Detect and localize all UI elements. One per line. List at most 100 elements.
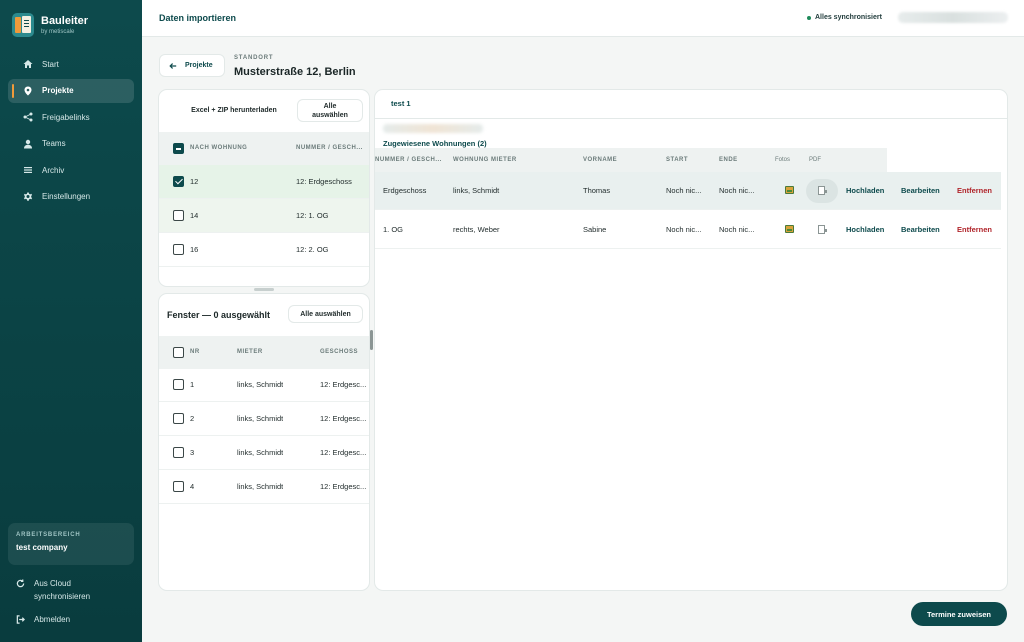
unit-row[interactable]: 14 12: 1. OG bbox=[159, 199, 369, 233]
select-all-line2: auswählen bbox=[312, 111, 348, 119]
assigned-tenant: rechts, Weber bbox=[453, 225, 500, 234]
sidebar-item-freigabelinks[interactable]: Freigabelinks bbox=[8, 105, 134, 129]
unit-checkbox[interactable] bbox=[173, 210, 184, 221]
sidebar-item-einstellungen[interactable]: Einstellungen bbox=[8, 185, 134, 209]
sidebar-item-archiv[interactable]: Archiv bbox=[8, 158, 134, 182]
assigned-end: Noch nic... bbox=[719, 186, 755, 195]
pdf-button[interactable] bbox=[806, 218, 838, 242]
assigned-tenant: links, Schmidt bbox=[453, 186, 500, 195]
sidebar-item-label: Freigabelinks bbox=[42, 112, 90, 122]
refresh-icon bbox=[16, 579, 25, 588]
select-all-windows-checkbox[interactable] bbox=[173, 347, 184, 358]
home-icon bbox=[23, 59, 33, 69]
windows-title: Fenster — 0 ausgewählt bbox=[167, 310, 271, 320]
sidebar-item-label: Start bbox=[42, 59, 59, 69]
sidebar-item-label: Teams bbox=[42, 139, 66, 149]
appointment-panel: test 1 Zugewiesene Wohnungen (2) NUMMER … bbox=[374, 89, 1008, 591]
window-floor: 12: Erdgesc... bbox=[320, 448, 367, 457]
sidebar-item-start[interactable]: Start bbox=[8, 52, 134, 76]
assigned-floor: 1. OG bbox=[383, 225, 404, 234]
window-checkbox[interactable] bbox=[173, 379, 184, 390]
column-header: NR bbox=[190, 349, 200, 355]
edit-link[interactable]: Bearbeiten bbox=[901, 225, 940, 234]
select-all-units-button[interactable]: Alle auswählen bbox=[297, 99, 363, 122]
column-header: VORNAME bbox=[583, 157, 618, 163]
column-header: START bbox=[666, 157, 689, 163]
window-floor: 12: Erdgesc... bbox=[320, 380, 367, 389]
window-number: 4 bbox=[190, 482, 195, 491]
edit-link[interactable]: Bearbeiten bbox=[901, 186, 940, 195]
window-row[interactable]: 1 links, Schmidt 12: Erdgesc... bbox=[159, 368, 369, 402]
user-account[interactable] bbox=[898, 12, 1008, 23]
units-table-header: NACH WOHNUNG NUMMER / GESCH... bbox=[159, 132, 369, 165]
window-tenant: links, Schmidt bbox=[237, 448, 284, 457]
select-all-windows-button[interactable]: Alle auswählen bbox=[288, 305, 363, 323]
sidebar-item-label: Archiv bbox=[42, 165, 65, 175]
brand[interactable]: Bauleiter by metiscale bbox=[12, 13, 88, 37]
assign-appointments-button[interactable]: Termine zuweisen bbox=[911, 602, 1007, 626]
window-checkbox[interactable] bbox=[173, 413, 184, 424]
assigned-start: Noch nic... bbox=[666, 186, 702, 195]
panel-resize-handle[interactable] bbox=[370, 330, 373, 350]
cloud-sync-button[interactable]: Aus Cloud synchronisieren bbox=[16, 577, 136, 603]
upload-link[interactable]: Hochladen bbox=[846, 225, 884, 234]
sidebar-item-projekte[interactable]: Projekte bbox=[8, 78, 134, 103]
tab-test-1[interactable]: test 1 bbox=[391, 99, 411, 108]
remove-link[interactable]: Entfernen bbox=[957, 225, 992, 234]
unit-number: 12 bbox=[190, 177, 199, 186]
sidebar-item-teams[interactable]: Teams bbox=[8, 132, 134, 156]
assigned-row[interactable]: Erdgeschoss links, Schmidt Thomas Noch n… bbox=[375, 172, 1001, 210]
unit-checkbox[interactable] bbox=[173, 244, 184, 255]
tab-divider bbox=[375, 118, 1007, 119]
window-floor: 12: Erdgesc... bbox=[320, 482, 367, 491]
unit-checkbox[interactable] bbox=[173, 176, 184, 187]
sidebar-item-label: Projekte bbox=[42, 86, 74, 96]
window-row[interactable]: 2 links, Schmidt 12: Erdgesc... bbox=[159, 402, 369, 436]
pdf-file-icon bbox=[818, 225, 827, 234]
window-tenant: links, Schmidt bbox=[237, 482, 284, 491]
window-tenant: links, Schmidt bbox=[237, 414, 284, 423]
workspace-card[interactable]: ARBEITSBEREICH test company bbox=[8, 523, 134, 565]
archive-icon bbox=[23, 165, 33, 175]
column-header: NACH WOHNUNG bbox=[190, 145, 248, 151]
cloud-sync-label-line2: synchronisieren bbox=[34, 592, 91, 601]
windows-panel: Fenster — 0 ausgewählt Alle auswählen NR… bbox=[158, 293, 370, 591]
column-header: GESCHOSS bbox=[320, 349, 359, 355]
download-excel-zip-button[interactable]: Excel + ZIP herunterladen bbox=[175, 99, 293, 122]
sync-status-dot-icon bbox=[807, 15, 811, 20]
unit-row[interactable]: 16 12: 2. OG bbox=[159, 233, 369, 267]
topbar: Daten importieren Alles synchronisiert bbox=[142, 0, 1024, 37]
sync-status-label: Alles synchronisiert bbox=[815, 14, 882, 21]
gear-icon bbox=[23, 192, 33, 202]
column-header: NUMMER / GESCH... bbox=[296, 145, 363, 151]
unit-row[interactable]: 12 12: Erdgeschoss bbox=[159, 165, 369, 199]
units-panel: Excel + ZIP herunterladen Alle auswählen… bbox=[158, 89, 370, 287]
brand-subtitle: by metiscale bbox=[41, 29, 75, 35]
back-to-projects-button[interactable]: Projekte bbox=[159, 54, 225, 77]
window-row[interactable]: 4 links, Schmidt 12: Erdgesc... bbox=[159, 470, 369, 504]
assigned-table-header: NUMMER / GESCH... WOHNUNG MIETER VORNAME… bbox=[375, 148, 887, 172]
photo-icon[interactable] bbox=[785, 225, 794, 233]
select-all-line1: Alle bbox=[323, 102, 337, 110]
redacted-info bbox=[383, 124, 483, 133]
remove-link[interactable]: Entfernen bbox=[957, 186, 992, 195]
logout-button[interactable]: Abmelden bbox=[16, 613, 136, 626]
assigned-row[interactable]: 1. OG rechts, Weber Sabine Noch nic... N… bbox=[375, 211, 1001, 249]
window-number: 1 bbox=[190, 380, 195, 389]
window-row[interactable]: 3 links, Schmidt 12: Erdgesc... bbox=[159, 436, 369, 470]
window-number: 3 bbox=[190, 448, 195, 457]
upload-link[interactable]: Hochladen bbox=[846, 186, 884, 195]
brand-title: Bauleiter bbox=[41, 15, 89, 27]
panel-drag-handle[interactable] bbox=[254, 288, 274, 291]
logout-label: Abmelden bbox=[34, 615, 71, 624]
select-all-units-checkbox[interactable] bbox=[173, 143, 184, 154]
cloud-sync-label-line1: Aus Cloud bbox=[34, 579, 71, 588]
pdf-button[interactable] bbox=[806, 179, 838, 203]
column-header: MIETER bbox=[237, 349, 263, 355]
window-checkbox[interactable] bbox=[173, 447, 184, 458]
window-checkbox[interactable] bbox=[173, 481, 184, 492]
location-label: STANDORT bbox=[234, 55, 274, 61]
assigned-end: Noch nic... bbox=[719, 225, 755, 234]
app-logo bbox=[12, 13, 34, 37]
photo-icon[interactable] bbox=[785, 186, 794, 194]
